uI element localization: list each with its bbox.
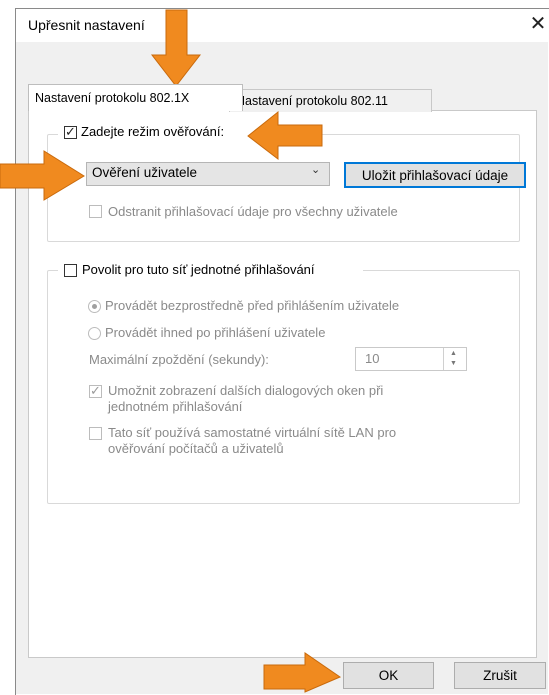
- arrow-left-icon: [247, 110, 323, 161]
- tab-802-1x[interactable]: Nastavení protokolu 802.1X: [28, 84, 243, 111]
- arrow-right-icon: [0, 150, 85, 201]
- arrow-right-icon: [263, 652, 342, 693]
- arrow-down-icon: [150, 9, 202, 87]
